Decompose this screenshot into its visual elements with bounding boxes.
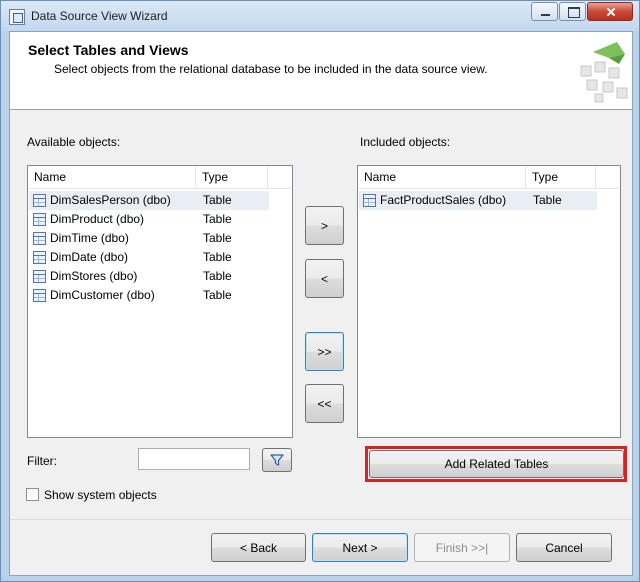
column-header-type[interactable]: Type	[526, 166, 596, 189]
table-icon	[33, 232, 46, 245]
column-header-name[interactable]: Name	[28, 166, 196, 189]
included-list-header: Name Type	[358, 166, 620, 189]
column-header-type[interactable]: Type	[196, 166, 268, 189]
show-system-objects-label[interactable]: Show system objects	[44, 488, 157, 502]
data-cubes-icon	[580, 42, 628, 103]
remove-selected-button[interactable]: <	[305, 259, 344, 298]
wizard-window: Data Source View Wizard Select Tables an…	[0, 0, 640, 582]
list-item[interactable]: DimSalesPerson (dbo) Table	[29, 191, 269, 210]
show-system-objects-checkbox[interactable]	[26, 488, 39, 501]
highlight-annotation	[365, 446, 627, 482]
minimize-button[interactable]	[531, 2, 558, 21]
add-selected-button[interactable]: >	[305, 206, 344, 245]
included-objects-label: Included objects:	[360, 135, 451, 149]
finish-button[interactable]: Finish >>|	[414, 533, 510, 562]
available-objects-label: Available objects:	[27, 135, 121, 149]
included-objects-list[interactable]: Name Type FactProductSales (dbo) Table	[357, 165, 621, 438]
list-item[interactable]: DimDate (dbo) Table	[29, 248, 269, 267]
available-objects-list[interactable]: Name Type DimSalesPerson (dbo) Table Dim…	[27, 165, 293, 438]
close-button[interactable]	[587, 2, 633, 21]
table-icon	[33, 289, 46, 302]
page-title: Select Tables and Views	[28, 42, 189, 58]
table-icon	[33, 270, 46, 283]
cancel-button[interactable]: Cancel	[516, 533, 612, 562]
back-button[interactable]: < Back	[211, 533, 306, 562]
filter-button[interactable]	[262, 448, 292, 472]
page-subtitle: Select objects from the relational datab…	[54, 62, 488, 76]
table-icon	[33, 194, 46, 207]
filter-label: Filter:	[27, 454, 57, 468]
list-item[interactable]: FactProductSales (dbo) Table	[359, 191, 597, 210]
wizard-header: Select Tables and Views Select objects f…	[10, 32, 632, 110]
window-title: Data Source View Wizard	[31, 9, 168, 23]
add-all-button[interactable]: >>	[305, 332, 344, 371]
table-icon	[363, 194, 376, 207]
maximize-button[interactable]	[559, 2, 586, 21]
wizard-body: Select Tables and Views Select objects f…	[9, 31, 633, 576]
cube-app-icon	[9, 9, 25, 25]
list-item[interactable]: DimStores (dbo) Table	[29, 267, 269, 286]
remove-all-button[interactable]: <<	[305, 384, 344, 423]
filter-input[interactable]	[138, 448, 250, 470]
table-icon	[33, 251, 46, 264]
available-list-header: Name Type	[28, 166, 292, 189]
column-header-name[interactable]: Name	[358, 166, 526, 189]
footer-divider	[10, 519, 632, 520]
list-item[interactable]: DimCustomer (dbo) Table	[29, 286, 269, 305]
next-button[interactable]: Next >	[312, 533, 408, 562]
table-icon	[33, 213, 46, 226]
list-item[interactable]: DimTime (dbo) Table	[29, 229, 269, 248]
list-item[interactable]: DimProduct (dbo) Table	[29, 210, 269, 229]
title-bar[interactable]: Data Source View Wizard	[1, 1, 639, 31]
funnel-icon	[270, 454, 284, 466]
